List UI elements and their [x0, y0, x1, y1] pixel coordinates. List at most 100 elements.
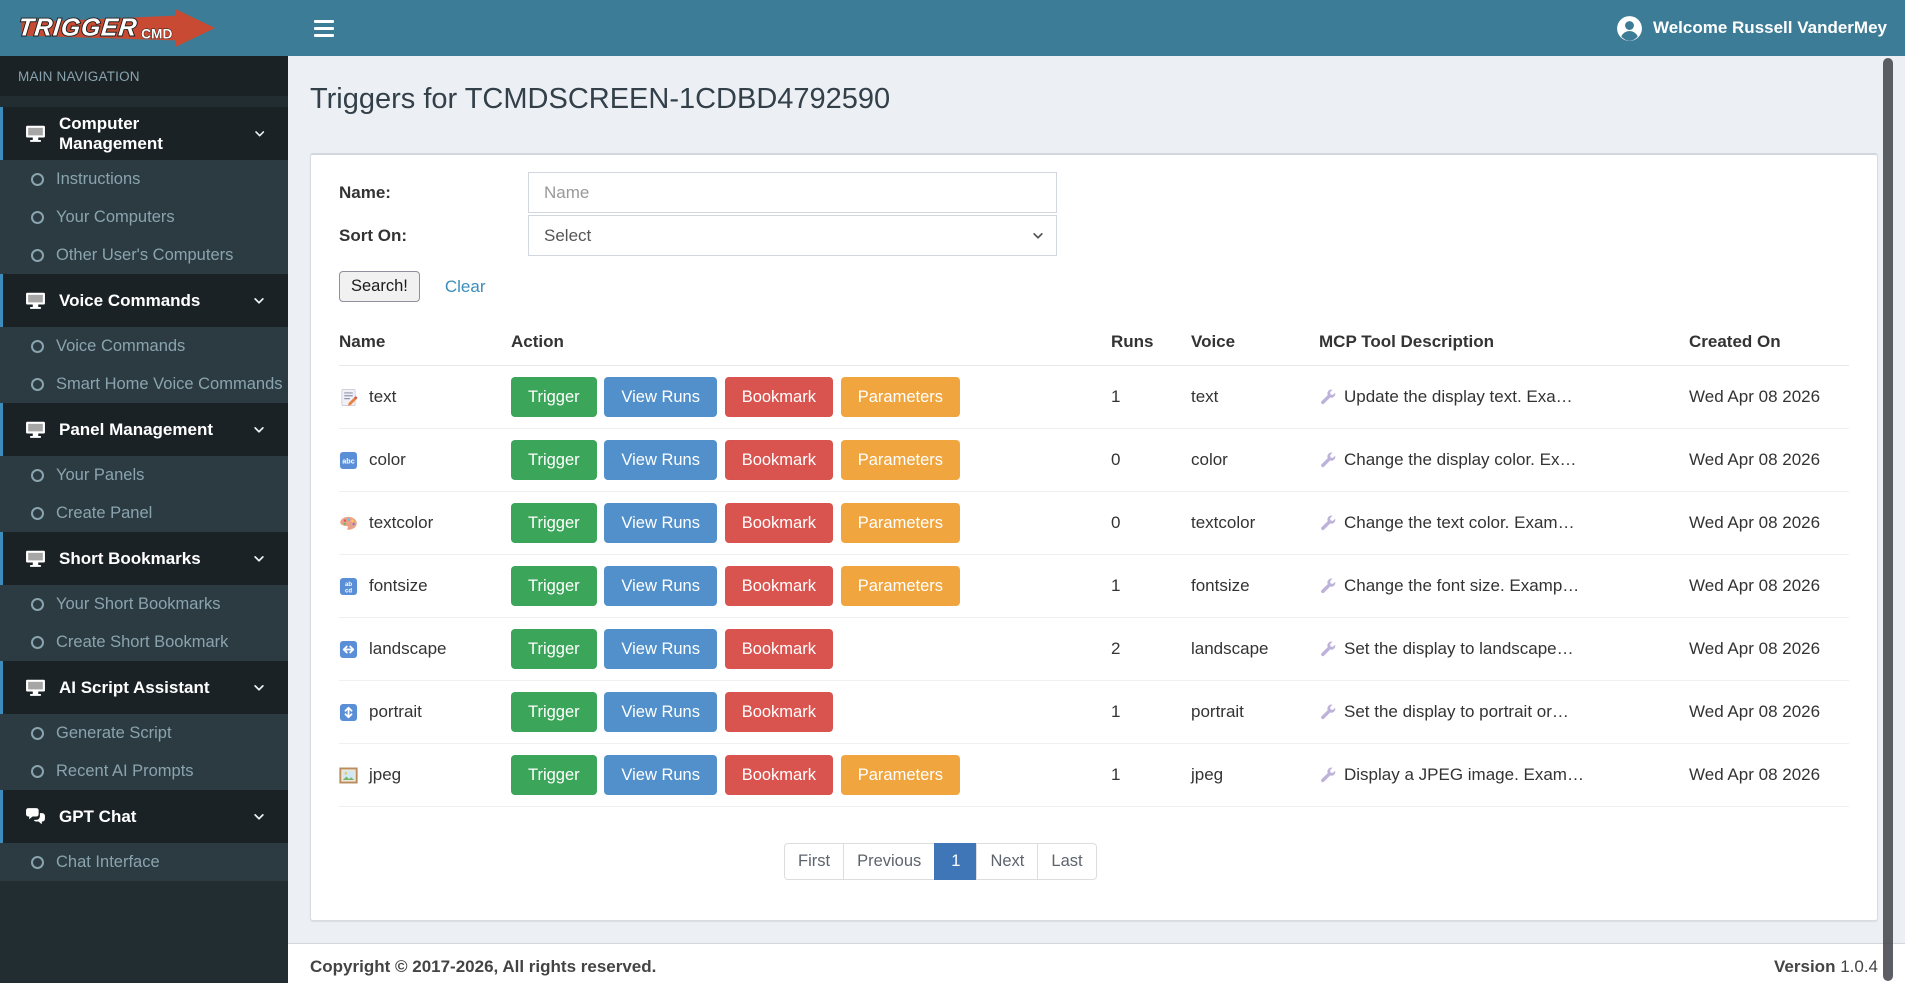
bookmark-button[interactable]: Bookmark — [724, 566, 833, 606]
view-runs-button[interactable]: View Runs — [604, 692, 717, 732]
sidebar-item-instructions[interactable]: Instructions — [0, 160, 288, 198]
svg-text:TRIGGER: TRIGGER — [17, 15, 139, 42]
view-runs-button[interactable]: View Runs — [604, 629, 717, 669]
mcp-tool-description: Set the display to portrait or… — [1344, 702, 1569, 721]
chevron-down-icon — [252, 294, 266, 308]
column-header-runs: Runs — [1111, 324, 1191, 366]
trigger-button[interactable]: Trigger — [511, 692, 597, 732]
view-runs-button[interactable]: View Runs — [604, 503, 717, 543]
up-down-arrow-icon — [339, 703, 358, 722]
trigger-button[interactable]: Trigger — [511, 440, 597, 480]
chevron-down-icon — [252, 681, 266, 695]
bookmark-button[interactable]: Bookmark — [724, 440, 833, 480]
sidebar-item-gpt-chat[interactable]: GPT Chat — [0, 790, 288, 843]
memo-icon — [339, 388, 358, 407]
wrench-icon — [1319, 704, 1336, 721]
wrench-icon — [1319, 515, 1336, 532]
sidebar-item-smart-home-voice-commands[interactable]: Smart Home Voice Commands — [0, 365, 288, 403]
scrollbar[interactable] — [1883, 58, 1893, 981]
trigger-button[interactable]: Trigger — [511, 377, 597, 417]
created-on: Wed Apr 08 2026 — [1689, 365, 1849, 429]
voice-name: fontsize — [1191, 554, 1319, 618]
sidebar-item-chat-interface[interactable]: Chat Interface — [0, 843, 288, 881]
sidebar-item-your-computers[interactable]: Your Computers — [0, 198, 288, 236]
desktop-icon — [25, 677, 46, 698]
trigger-name: text — [369, 387, 397, 406]
sidebar-item-create-panel[interactable]: Create Panel — [0, 494, 288, 532]
circle-icon — [31, 377, 44, 391]
sidebar-item-create-short-bookmark[interactable]: Create Short Bookmark — [0, 623, 288, 661]
trigger-name: portrait — [369, 702, 422, 721]
sidebar-item-other-users-computers[interactable]: Other User's Computers — [0, 236, 288, 274]
created-on: Wed Apr 08 2026 — [1689, 554, 1849, 618]
sidebar-item-ai-script-assistant[interactable]: AI Script Assistant — [0, 661, 288, 714]
clear-link[interactable]: Clear — [445, 277, 486, 297]
column-header-voice: Voice — [1191, 324, 1319, 366]
desktop-icon — [25, 419, 46, 440]
circle-icon — [31, 172, 44, 186]
search-button[interactable]: Search! — [339, 271, 420, 302]
brand-logo[interactable]: TRIGGER CMD — [0, 0, 288, 56]
sidebar-item-panel-management[interactable]: Panel Management — [0, 403, 288, 456]
circle-icon — [31, 468, 44, 482]
pagination-next[interactable]: Next — [976, 843, 1039, 880]
view-runs-button[interactable]: View Runs — [604, 566, 717, 606]
pagination-page-1[interactable]: 1 — [934, 843, 978, 880]
parameters-button[interactable]: Parameters — [840, 755, 960, 795]
sidebar-item-your-panels[interactable]: Your Panels — [0, 456, 288, 494]
pagination-last[interactable]: Last — [1037, 843, 1097, 880]
top-navbar: TRIGGER CMD Welcome Russell VanderMey — [0, 0, 1905, 56]
mcp-tool-description: Change the font size. Examp… — [1344, 576, 1580, 595]
trigger-button[interactable]: Trigger — [511, 566, 597, 606]
sidebar-toggle-button[interactable] — [314, 0, 360, 56]
name-input[interactable] — [528, 172, 1057, 213]
bookmark-button[interactable]: Bookmark — [724, 629, 833, 669]
parameters-button[interactable]: Parameters — [840, 440, 960, 480]
created-on: Wed Apr 08 2026 — [1689, 617, 1849, 681]
bookmark-button[interactable]: Bookmark — [724, 692, 833, 732]
runs-count: 2 — [1111, 617, 1191, 681]
circle-icon — [31, 726, 44, 740]
view-runs-button[interactable]: View Runs — [604, 755, 717, 795]
pagination-first[interactable]: First — [784, 843, 845, 880]
parameters-button[interactable]: Parameters — [840, 377, 960, 417]
table-row: landscape Trigger View Runs Bookmark 2 l… — [339, 617, 1849, 681]
sidebar-item-generate-script[interactable]: Generate Script — [0, 714, 288, 752]
circle-icon — [31, 339, 44, 353]
sidebar-item-recent-ai-prompts[interactable]: Recent AI Prompts — [0, 752, 288, 790]
sort-on-label: Sort On: — [339, 225, 407, 245]
view-runs-button[interactable]: View Runs — [604, 440, 717, 480]
app-window: TRIGGER CMD Welcome Russell VanderMey MA… — [0, 0, 1905, 983]
table-row: color Trigger View Runs Bookmark Paramet… — [339, 428, 1849, 492]
chevron-down-icon — [252, 552, 266, 566]
trigger-button[interactable]: Trigger — [511, 629, 597, 669]
sidebar-item-voice-commands-group[interactable]: Voice Commands — [0, 274, 288, 327]
bookmark-button[interactable]: Bookmark — [724, 755, 833, 795]
table-row: fontsize Trigger View Runs Bookmark Para… — [339, 554, 1849, 618]
parameters-button[interactable]: Parameters — [840, 566, 960, 606]
circle-icon — [31, 855, 44, 869]
bookmark-button[interactable]: Bookmark — [724, 377, 833, 417]
trigger-button[interactable]: Trigger — [511, 503, 597, 543]
desktop-icon — [25, 123, 46, 144]
created-on: Wed Apr 08 2026 — [1689, 743, 1849, 807]
copyright-text: Copyright © 2017-2026, All rights reserv… — [310, 957, 657, 976]
circle-icon — [31, 210, 44, 224]
pagination-previous[interactable]: Previous — [843, 843, 936, 880]
bookmark-button[interactable]: Bookmark — [724, 503, 833, 543]
framed-picture-icon — [339, 766, 358, 785]
view-runs-button[interactable]: View Runs — [604, 377, 717, 417]
version-text: Version 1.0.4 — [1774, 957, 1878, 976]
runs-count: 1 — [1111, 680, 1191, 744]
sidebar-item-voice-commands[interactable]: Voice Commands — [0, 327, 288, 365]
parameters-button[interactable]: Parameters — [840, 503, 960, 543]
svg-text:CMD: CMD — [141, 26, 172, 41]
sort-on-select[interactable]: Select — [528, 215, 1057, 256]
sidebar-item-short-bookmarks[interactable]: Short Bookmarks — [0, 532, 288, 585]
sidebar-item-computer-management[interactable]: Computer Management — [0, 107, 288, 160]
trigger-button[interactable]: Trigger — [511, 755, 597, 795]
table-row: portrait Trigger View Runs Bookmark 1 po… — [339, 680, 1849, 744]
voice-name: text — [1191, 365, 1319, 429]
sidebar-item-your-short-bookmarks[interactable]: Your Short Bookmarks — [0, 585, 288, 623]
user-menu[interactable]: Welcome Russell VanderMey — [1616, 15, 1905, 42]
